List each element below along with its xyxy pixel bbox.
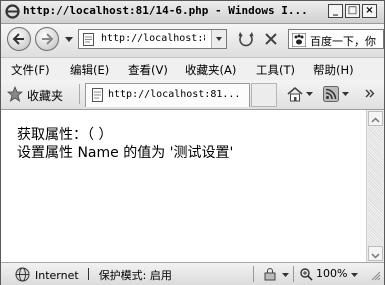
close-window-button[interactable]: × [362,4,377,18]
page-content: 获取属性：（ ） 设置属性 Name 的值为 '测试设置' [1,110,366,262]
favorites-bar: 收藏夹 http://localhost:81... [1,80,384,110]
page-icon [92,88,103,102]
star-icon [7,86,23,102]
chevron-double-right-icon[interactable] [365,89,375,98]
chevron-down-icon [216,37,222,41]
zoom-level[interactable]: 100% [316,267,347,280]
address-url: http://localhost:8 [101,33,205,44]
address-bar[interactable]: http://localhost:8 [78,29,227,49]
rss-icon[interactable] [323,86,339,102]
text-line-2: 设置属性 Name 的值为 '测试设置' [17,145,234,161]
chevron-down-icon [371,253,380,259]
back-arrow-icon [12,33,24,45]
chevron-down-icon[interactable] [306,92,313,96]
menu-tools[interactable]: 工具(T) [256,62,295,78]
address-dropdown-button[interactable] [211,30,226,48]
toolbar-divider [79,84,80,104]
chevron-down-icon[interactable] [342,92,349,96]
title-bar: http://localhost:81/14-6.php - Windows I… [1,1,384,24]
back-button[interactable] [7,27,31,51]
zoom-icon[interactable] [299,267,313,281]
lock-icon[interactable] [263,267,277,281]
search-box[interactable]: 百度一下，你 [288,29,384,49]
window-title: http://localhost:81/14-6.php - Windows I… [23,4,308,17]
stop-icon[interactable] [261,29,281,49]
forward-arrow-icon [42,33,54,45]
chevron-down-icon[interactable] [351,273,358,277]
menu-bar: 文件(F) 编辑(E) 查看(V) 收藏夹(A) 工具(T) 帮助(H) [1,57,384,81]
status-divider [293,266,294,282]
scroll-up-button[interactable] [368,111,383,126]
security-zone: Internet 保护模式: 启用 [35,267,172,283]
text-line-1: 获取属性：（ ） [17,127,113,143]
status-bar: Internet 保护模式: 启用 100% [1,262,384,285]
vertical-scrollbar[interactable] [366,110,384,262]
zone-label: Internet [35,269,79,282]
page-icon [83,33,94,46]
menu-edit[interactable]: 编辑(E) [70,62,109,78]
browser-window: http://localhost:81/14-6.php - Windows I… [0,0,385,285]
refresh-icon[interactable] [236,29,256,49]
resize-grip-icon[interactable] [371,271,381,281]
menu-file[interactable]: 文件(F) [11,62,50,78]
tab-current[interactable]: http://localhost:81... [85,83,250,107]
tab-title: http://localhost:81... [108,89,241,100]
address-row: http://localhost:8 百度一下，你 [1,24,384,57]
new-tab-button[interactable] [251,83,277,107]
maximize-button[interactable]: □ [345,4,360,18]
menu-help[interactable]: 帮助(H) [313,62,354,78]
protected-mode-label: 保护模式: 启用 [98,269,172,282]
home-icon[interactable] [286,86,304,103]
scroll-track[interactable] [368,126,383,246]
paw-icon [292,33,306,47]
status-divider [88,268,90,280]
forward-button[interactable] [35,27,59,51]
ie-logo-icon [5,4,20,19]
chevron-down-icon[interactable] [282,273,289,277]
scroll-down-button[interactable] [368,246,383,261]
globe-icon [15,267,30,282]
favorites-button[interactable]: 收藏夹 [27,87,63,104]
menu-favorites[interactable]: 收藏夹(A) [185,62,236,78]
status-divider [253,266,254,282]
menu-view[interactable]: 查看(V) [128,62,168,78]
minimize-button[interactable]: _ [328,4,343,18]
search-placeholder: 百度一下，你 [310,35,376,48]
history-dropdown-icon[interactable] [65,37,73,42]
